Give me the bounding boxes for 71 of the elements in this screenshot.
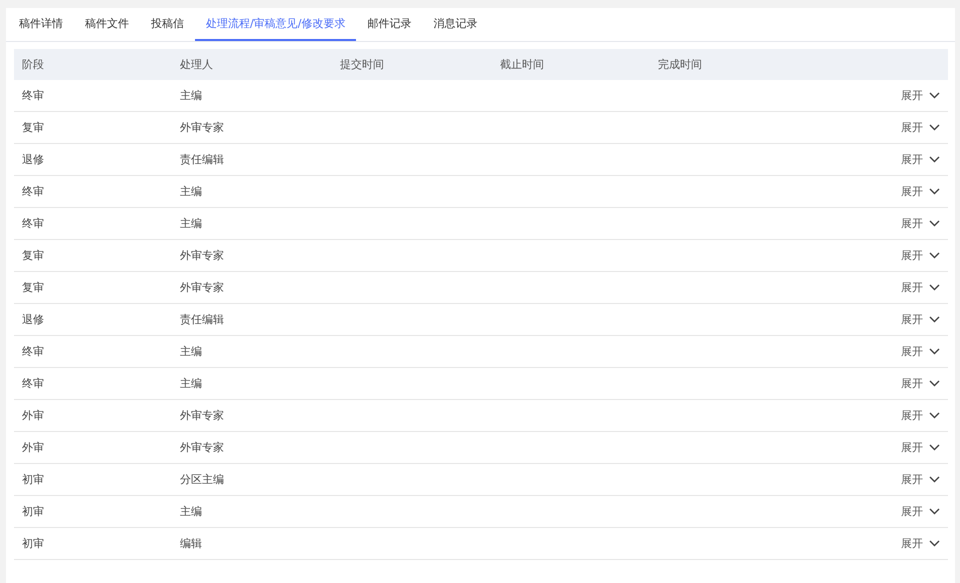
table-cell-text: 主编 bbox=[179, 376, 203, 391]
table-cell-text: 初审 bbox=[21, 536, 45, 551]
column-header: 提交时间 bbox=[339, 57, 385, 72]
chevron-down-icon bbox=[929, 476, 940, 483]
chevron-down-icon bbox=[929, 92, 940, 99]
chevron-down-icon bbox=[929, 508, 940, 515]
chevron-down-icon bbox=[929, 540, 940, 547]
table-cell-text: 外审专家 bbox=[179, 280, 225, 295]
chevron-down-icon bbox=[929, 444, 940, 451]
table-cell-text: 外审 bbox=[21, 408, 45, 423]
chevron-down-icon bbox=[929, 316, 940, 323]
tab[interactable]: 消息记录 bbox=[422, 8, 488, 41]
expand-toggle[interactable]: 展开 bbox=[901, 184, 948, 199]
chevron-down-icon bbox=[929, 156, 940, 163]
chevron-down-icon bbox=[929, 284, 940, 291]
table-cell-text: 初审 bbox=[21, 472, 45, 487]
table-cell-text: 复审 bbox=[21, 280, 45, 295]
table-cell-text: 终审 bbox=[21, 184, 45, 199]
table-cell-text: 主编 bbox=[179, 216, 203, 231]
chevron-down-icon bbox=[929, 124, 940, 131]
table-cell-text: 外审专家 bbox=[179, 408, 225, 423]
column-header: 完成时间 bbox=[657, 57, 703, 72]
tab[interactable]: 稿件文件 bbox=[74, 8, 140, 41]
tab[interactable]: 投稿信 bbox=[140, 8, 195, 41]
table-cell-text: 复审 bbox=[21, 248, 45, 263]
tab[interactable]: 稿件详情 bbox=[8, 8, 74, 41]
expand-toggle[interactable]: 展开 bbox=[901, 248, 948, 263]
table-cell-text: 终审 bbox=[21, 376, 45, 391]
table-cell-text: 主编 bbox=[179, 504, 203, 519]
chevron-down-icon bbox=[929, 412, 940, 419]
table-cell-text: 退修 bbox=[21, 152, 45, 167]
column-header: 处理人 bbox=[179, 57, 214, 72]
expand-toggle[interactable]: 展开 bbox=[901, 312, 948, 327]
table-cell-text: 主编 bbox=[179, 88, 203, 103]
expand-toggle[interactable]: 展开 bbox=[901, 120, 948, 135]
expand-toggle[interactable]: 展开 bbox=[901, 376, 948, 391]
expand-toggle[interactable]: 展开 bbox=[901, 280, 948, 295]
chevron-down-icon bbox=[929, 252, 940, 259]
table-cell-text: 外审专家 bbox=[179, 248, 225, 263]
table-cell-text: 终审 bbox=[21, 88, 45, 103]
table-cell-text: 终审 bbox=[21, 216, 45, 231]
tab[interactable]: 邮件记录 bbox=[356, 8, 422, 41]
table-cell-text: 分区主编 bbox=[179, 472, 225, 487]
expand-toggle[interactable]: 展开 bbox=[901, 536, 948, 551]
table-cell-text: 复审 bbox=[21, 120, 45, 135]
column-header: 截止时间 bbox=[499, 57, 545, 72]
table-cell-text: 责任编辑 bbox=[179, 152, 225, 167]
expand-toggle[interactable]: 展开 bbox=[901, 472, 948, 487]
table-cell-text: 责任编辑 bbox=[179, 312, 225, 327]
table-cell-text: 外审专家 bbox=[179, 440, 225, 455]
chevron-down-icon bbox=[929, 220, 940, 227]
expand-toggle[interactable]: 展开 bbox=[901, 88, 948, 103]
table-cell-text: 外审 bbox=[21, 440, 45, 455]
table-cell-text: 终审 bbox=[21, 344, 45, 359]
table-cell-text: 退修 bbox=[21, 312, 45, 327]
chevron-down-icon bbox=[929, 348, 940, 355]
table-cell-text: 初审 bbox=[21, 504, 45, 519]
expand-toggle[interactable]: 展开 bbox=[901, 408, 948, 423]
expand-toggle[interactable]: 展开 bbox=[901, 344, 948, 359]
expand-toggle[interactable]: 展开 bbox=[901, 152, 948, 167]
tab[interactable]: 处理流程/审稿意见/修改要求 bbox=[195, 8, 356, 41]
table-cell-text: 主编 bbox=[179, 344, 203, 359]
table-cell-text: 主编 bbox=[179, 184, 203, 199]
expand-toggle[interactable]: 展开 bbox=[901, 216, 948, 231]
column-header: 阶段 bbox=[21, 57, 45, 72]
expand-toggle[interactable]: 展开 bbox=[901, 440, 948, 455]
table-cell-text: 外审专家 bbox=[179, 120, 225, 135]
chevron-down-icon bbox=[929, 188, 940, 195]
chevron-down-icon bbox=[929, 380, 940, 387]
expand-toggle[interactable]: 展开 bbox=[901, 504, 948, 519]
table-cell-text: 编辑 bbox=[179, 536, 203, 551]
